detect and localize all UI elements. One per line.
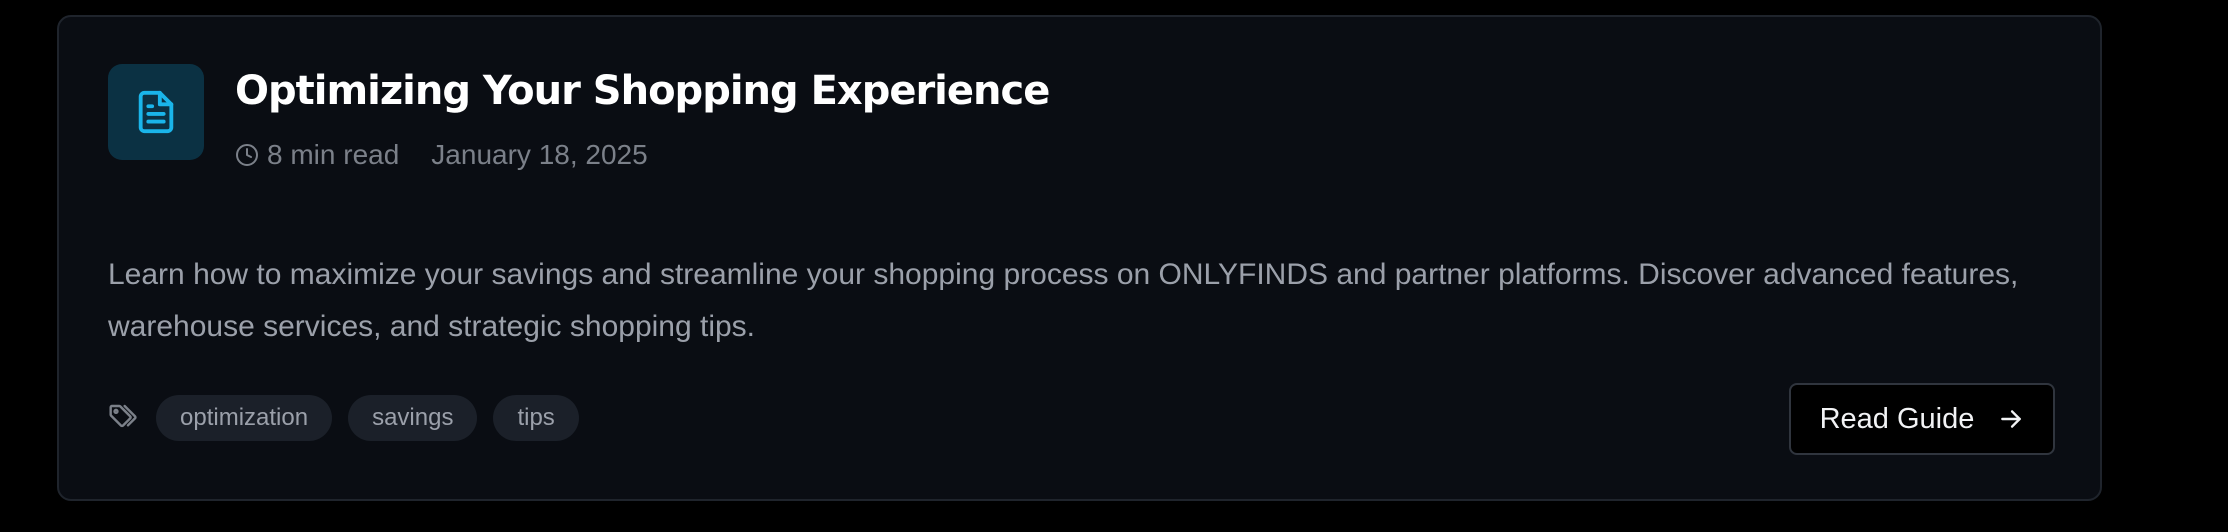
tag-list: optimization savings tips bbox=[108, 395, 595, 441]
clock-icon bbox=[235, 143, 259, 167]
tag-savings[interactable]: savings bbox=[348, 395, 478, 441]
read-guide-button[interactable]: Read Guide bbox=[1789, 383, 2055, 455]
arrow-right-icon bbox=[1998, 406, 2024, 432]
publish-date: January 18, 2025 bbox=[431, 139, 648, 170]
tag-tips[interactable]: tips bbox=[493, 395, 579, 441]
card-meta: 8 min read January 18, 2025 bbox=[235, 139, 648, 171]
card-title: Optimizing Your Shopping Experience bbox=[235, 68, 1050, 114]
tags-icon bbox=[108, 402, 140, 434]
guide-card: Optimizing Your Shopping Experience 8 mi… bbox=[57, 15, 2102, 501]
read-guide-label: Read Guide bbox=[1819, 402, 1975, 435]
read-time: 8 min read bbox=[267, 139, 400, 170]
card-description: Learn how to maximize your savings and s… bbox=[108, 258, 2019, 343]
document-icon bbox=[108, 64, 204, 160]
tag-optimization[interactable]: optimization bbox=[156, 395, 333, 441]
